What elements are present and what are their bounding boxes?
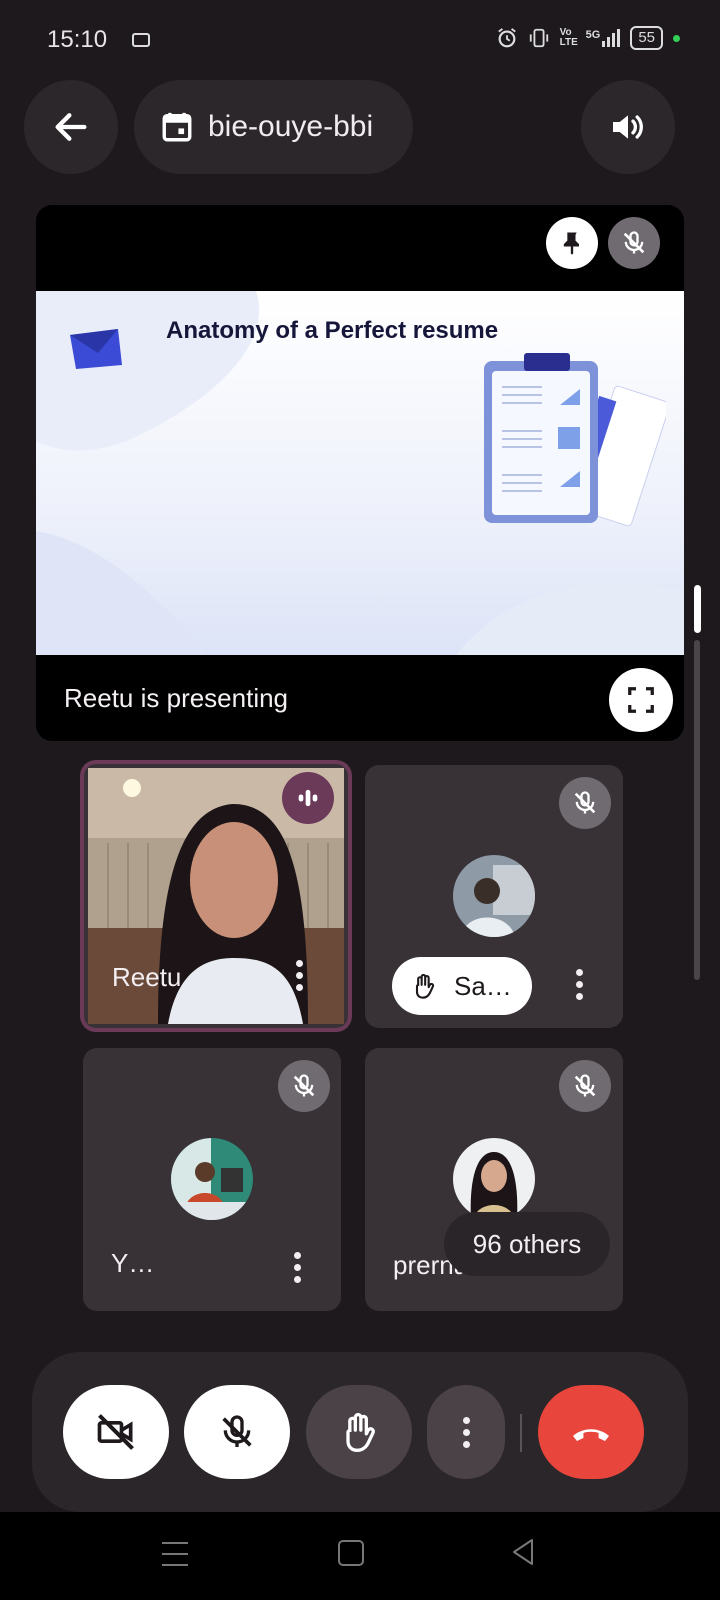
volte-icon: Vo LTE: [559, 27, 578, 48]
more-vert-icon: [462, 1416, 470, 1448]
envelope-icon: [70, 329, 122, 369]
fullscreen-button[interactable]: [609, 668, 673, 732]
participant-name: Y…: [111, 1248, 155, 1278]
avatar: [453, 855, 535, 937]
camera-toggle-button[interactable]: [63, 1385, 169, 1479]
clipboard-illustration: [484, 353, 666, 527]
battery-icon: 55: [630, 26, 663, 50]
presenter-muted-badge: [608, 217, 660, 269]
raise-hand-button[interactable]: [306, 1385, 412, 1479]
muted-badge: [278, 1060, 330, 1112]
back-nav-icon[interactable]: [510, 1538, 536, 1566]
mic-off-icon: [623, 231, 645, 254]
video-record-icon: [132, 33, 150, 47]
mic-off-icon: [293, 1074, 315, 1097]
others-chip[interactable]: 96 others: [444, 1212, 610, 1276]
participant-tile-y[interactable]: Y…: [83, 1048, 341, 1311]
meeting-info-button[interactable]: bie-ouye-bbi: [134, 80, 413, 174]
speaker-icon: [613, 115, 643, 139]
mic-off-icon: [574, 791, 596, 814]
more-options-button[interactable]: [294, 1252, 301, 1283]
back-arrow-icon: [55, 113, 87, 141]
calendar-icon: [162, 112, 192, 142]
participant-name: Sa…: [454, 970, 512, 1001]
more-options-button[interactable]: [576, 969, 583, 1000]
audio-wave-icon: [298, 789, 318, 807]
scrollbar-track[interactable]: [694, 640, 700, 980]
muted-badge: [559, 1060, 611, 1112]
end-call-button[interactable]: [538, 1385, 644, 1479]
mic-off-icon: [574, 1074, 596, 1097]
shared-slide: Anatomy of a Perfect resume: [36, 291, 684, 655]
more-options-button[interactable]: [427, 1385, 505, 1479]
scrollbar-thumb[interactable]: [694, 585, 701, 633]
audio-output-button[interactable]: [581, 80, 675, 174]
presenting-status: Reetu is presenting: [64, 683, 289, 713]
back-button[interactable]: [24, 80, 118, 174]
5g-signal-icon: 5G: [586, 29, 621, 47]
fullscreen-icon: [628, 687, 654, 713]
privacy-indicator-dot: [673, 34, 680, 42]
mic-toggle-button[interactable]: [184, 1385, 290, 1479]
slide-title: Anatomy of a Perfect resume: [166, 317, 499, 344]
recents-icon[interactable]: [162, 1542, 188, 1566]
muted-badge: [559, 777, 611, 829]
system-navigation-bar: [0, 1512, 720, 1600]
participant-tile-reetu[interactable]: Reetu: [80, 760, 352, 1032]
speaking-indicator: [282, 772, 334, 824]
hang-up-icon: [573, 1429, 609, 1441]
alarm-icon: [497, 28, 516, 48]
participant-name: Reetu: [112, 962, 182, 992]
home-icon[interactable]: [338, 1540, 364, 1566]
raised-hand-icon: [346, 1413, 375, 1452]
more-options-button[interactable]: [296, 960, 303, 991]
divider: [520, 1414, 522, 1452]
call-controls-bar: [32, 1352, 688, 1512]
status-icons: Vo LTE 5G 55: [496, 26, 680, 50]
status-time: 15:10: [47, 26, 108, 53]
meeting-code: bie-ouye-bbi: [208, 110, 374, 143]
avatar: [453, 1138, 535, 1220]
presentation-card[interactable]: Anatomy of a Perfect resume Reetu is pre…: [36, 205, 684, 741]
pin-icon: [563, 232, 579, 255]
raised-hand-icon: [415, 973, 435, 999]
raised-hand-chip[interactable]: Sa…: [392, 957, 532, 1015]
network-type-label: 5G: [585, 29, 601, 41]
mic-off-icon: [222, 1415, 252, 1447]
pin-button[interactable]: [546, 217, 598, 269]
camera-off-icon: [97, 1414, 134, 1450]
participant-tile-sa[interactable]: Sa…: [365, 765, 623, 1028]
vibrate-icon: [529, 28, 548, 48]
avatar: [171, 1138, 253, 1220]
